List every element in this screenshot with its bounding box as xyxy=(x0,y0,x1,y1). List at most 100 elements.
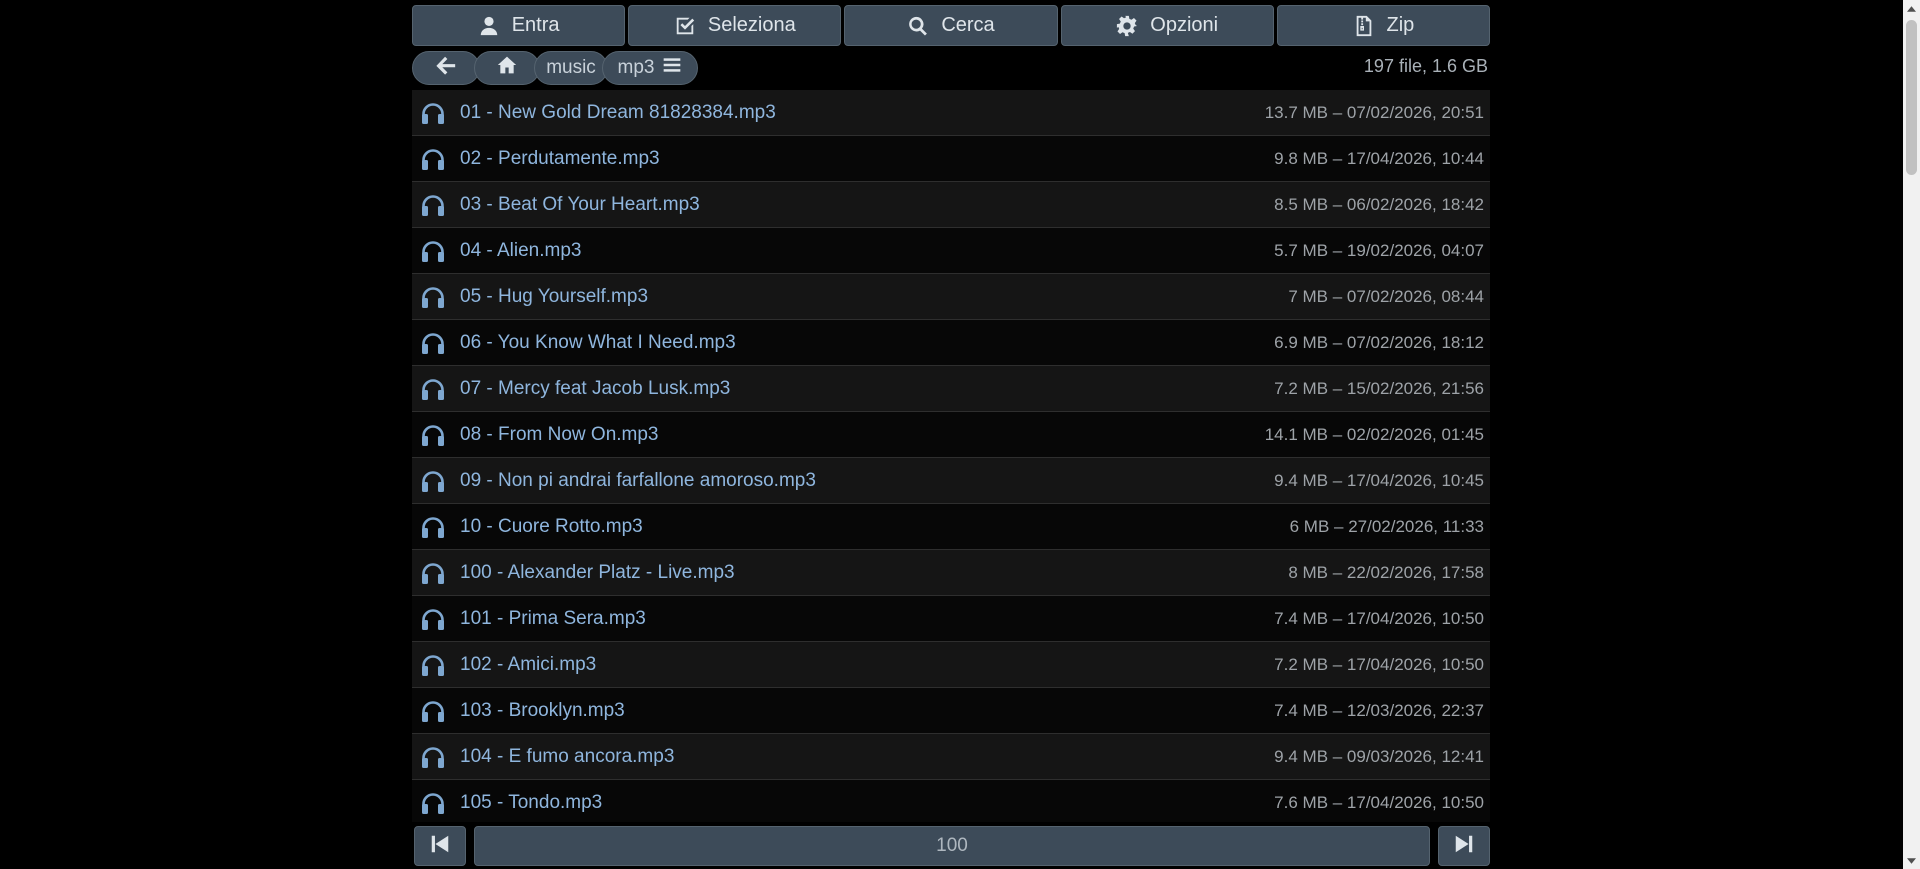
file-meta: 8 MB – 22/02/2026, 17:58 xyxy=(1288,562,1484,582)
file-meta: 6 MB – 27/02/2026, 11:33 xyxy=(1289,516,1484,536)
headphones-icon xyxy=(420,469,446,493)
file-meta: 7 MB – 07/02/2026, 08:44 xyxy=(1288,286,1484,306)
file-name-link[interactable]: 06 - You Know What I Need.mp3 xyxy=(460,332,1274,354)
file-name-link[interactable]: 09 - Non pi andrai farfallone amoroso.mp… xyxy=(460,470,1274,492)
breadcrumb-item-label: mp3 xyxy=(617,57,655,78)
file-row[interactable]: 07 - Mercy feat Jacob Lusk.mp3 7.2 MB – 1… xyxy=(412,366,1490,412)
file-name-link[interactable]: 10 - Cuore Rotto.mp3 xyxy=(460,516,1290,538)
file-row[interactable]: 05 - Hug Yourself.mp3 7 MB – 07/02/2026, … xyxy=(412,274,1490,320)
file-name-link[interactable]: 04 - Alien.mp3 xyxy=(460,240,1274,262)
scroll-up-arrow[interactable] xyxy=(1903,0,1920,17)
pager: 100 xyxy=(414,826,1490,866)
gear-icon xyxy=(1116,15,1138,37)
headphones-icon xyxy=(420,239,446,263)
file-meta: 7.6 MB – 17/04/2026, 10:50 xyxy=(1274,792,1484,812)
headphones-icon xyxy=(420,745,446,769)
file-name-link[interactable]: 104 - E fumo ancora.mp3 xyxy=(460,746,1274,768)
file-name-link[interactable]: 101 - Prima Sera.mp3 xyxy=(460,608,1274,630)
options-button-label: Opzioni xyxy=(1150,14,1219,36)
file-name-link[interactable]: 05 - Hug Yourself.mp3 xyxy=(460,286,1288,308)
menu-icon xyxy=(662,55,682,81)
file-list: 01 - New Gold Dream 81828384.mp3 13.7 MB … xyxy=(412,90,1490,822)
scrollbar-thumb[interactable] xyxy=(1906,20,1917,175)
file-name-link[interactable]: 02 - Perdutamente.mp3 xyxy=(460,148,1274,170)
skip-back-icon xyxy=(429,833,451,860)
headphones-icon xyxy=(420,423,446,447)
file-meta: 7.2 MB – 15/02/2026, 21:56 xyxy=(1274,378,1484,398)
toolbar: Entra Seleziona Cerca Opzioni Zip xyxy=(412,5,1491,46)
login-button-label: Entra xyxy=(511,14,560,36)
file-meta: 8.5 MB – 06/02/2026, 18:42 xyxy=(1274,194,1484,214)
breadcrumb-item-music[interactable]: music xyxy=(534,51,608,85)
file-row[interactable]: 01 - New Gold Dream 81828384.mp3 13.7 MB … xyxy=(412,90,1490,136)
file-row[interactable]: 104 - E fumo ancora.mp3 9.4 MB – 09/03/20… xyxy=(412,734,1490,780)
headphones-icon xyxy=(420,515,446,539)
file-meta: 7.4 MB – 17/04/2026, 10:50 xyxy=(1274,608,1484,628)
select-button-label: Seleziona xyxy=(707,14,796,36)
breadcrumb-item-label: music xyxy=(546,57,596,78)
file-meta: 9.8 MB – 17/04/2026, 10:44 xyxy=(1274,148,1484,168)
scrollbar[interactable] xyxy=(1903,0,1920,869)
scroll-down-arrow[interactable] xyxy=(1903,852,1920,869)
file-browser: Entra Seleziona Cerca Opzioni Zip music … xyxy=(412,0,1491,869)
headphones-icon xyxy=(420,147,446,171)
file-row[interactable]: 102 - Amici.mp3 7.2 MB – 17/04/2026, 10:5… xyxy=(412,642,1490,688)
file-meta: 6.9 MB – 07/02/2026, 18:12 xyxy=(1274,332,1484,352)
file-row[interactable]: 103 - Brooklyn.mp3 7.4 MB – 12/03/2026, 2… xyxy=(412,688,1490,734)
previous-page-button[interactable] xyxy=(414,826,466,866)
file-row[interactable]: 105 - Tondo.mp3 7.6 MB – 17/04/2026, 10:5… xyxy=(412,780,1490,822)
back-button[interactable] xyxy=(412,51,480,85)
headphones-icon xyxy=(420,331,446,355)
file-row[interactable]: 02 - Perdutamente.mp3 9.8 MB – 17/04/2026… xyxy=(412,136,1490,182)
file-name-link[interactable]: 03 - Beat Of Your Heart.mp3 xyxy=(460,194,1274,216)
file-row[interactable]: 09 - Non pi andrai farfallone amoroso.mp… xyxy=(412,458,1490,504)
home-button[interactable] xyxy=(474,51,540,85)
headphones-icon xyxy=(420,561,446,585)
file-row[interactable]: 08 - From Now On.mp3 14.1 MB – 02/02/2026… xyxy=(412,412,1490,458)
headphones-icon xyxy=(420,653,446,677)
file-meta: 7.4 MB – 12/03/2026, 22:37 xyxy=(1274,700,1484,720)
search-button-label: Cerca xyxy=(941,14,995,36)
headphones-icon xyxy=(420,607,446,631)
search-icon xyxy=(907,15,929,37)
file-name-link[interactable]: 08 - From Now On.mp3 xyxy=(460,424,1265,446)
checkbox-icon xyxy=(674,15,696,37)
file-name-link[interactable]: 105 - Tondo.mp3 xyxy=(460,792,1274,814)
headphones-icon xyxy=(420,101,446,125)
select-button[interactable]: Seleziona xyxy=(628,5,842,46)
folder-summary: 197 file, 1.6 GB xyxy=(1363,56,1488,76)
file-name-link[interactable]: 07 - Mercy feat Jacob Lusk.mp3 xyxy=(460,378,1274,400)
search-button[interactable]: Cerca xyxy=(844,5,1058,46)
zip-file-icon xyxy=(1353,15,1375,37)
zip-button-label: Zip xyxy=(1386,14,1415,36)
file-name-link[interactable]: 01 - New Gold Dream 81828384.mp3 xyxy=(460,102,1265,124)
arrow-left-icon xyxy=(435,54,457,82)
user-icon xyxy=(478,15,500,37)
file-meta: 13.7 MB – 07/02/2026, 20:51 xyxy=(1264,102,1484,122)
page-indicator[interactable]: 100 xyxy=(474,826,1430,866)
breadcrumb-item-mp3[interactable]: mp3 xyxy=(602,51,698,85)
skip-forward-icon xyxy=(1453,833,1475,860)
file-meta: 7.2 MB – 17/04/2026, 10:50 xyxy=(1274,654,1484,674)
file-meta: 5.7 MB – 19/02/2026, 04:07 xyxy=(1274,240,1484,260)
file-meta: 9.4 MB – 17/04/2026, 10:45 xyxy=(1274,470,1484,490)
file-row[interactable]: 10 - Cuore Rotto.mp3 6 MB – 27/02/2026, 1… xyxy=(412,504,1490,550)
file-meta: 14.1 MB – 02/02/2026, 01:45 xyxy=(1264,424,1484,444)
file-row[interactable]: 04 - Alien.mp3 5.7 MB – 19/02/2026, 04:07 xyxy=(412,228,1490,274)
headphones-icon xyxy=(420,791,446,815)
file-row[interactable]: 03 - Beat Of Your Heart.mp3 8.5 MB – 06/0… xyxy=(412,182,1490,228)
file-name-link[interactable]: 100 - Alexander Platz - Live.mp3 xyxy=(460,562,1288,584)
file-row[interactable]: 101 - Prima Sera.mp3 7.4 MB – 17/04/2026,… xyxy=(412,596,1490,642)
file-meta: 9.4 MB – 09/03/2026, 12:41 xyxy=(1274,746,1484,766)
next-page-button[interactable] xyxy=(1438,826,1490,866)
file-name-link[interactable]: 103 - Brooklyn.mp3 xyxy=(460,700,1274,722)
login-button[interactable]: Entra xyxy=(412,5,626,46)
file-name-link[interactable]: 102 - Amici.mp3 xyxy=(460,654,1274,676)
file-row[interactable]: 100 - Alexander Platz - Live.mp3 8 MB – 2… xyxy=(412,550,1490,596)
headphones-icon xyxy=(420,285,446,309)
options-button[interactable]: Opzioni xyxy=(1060,5,1274,46)
breadcrumb: music mp3 xyxy=(412,50,698,86)
zip-button[interactable]: Zip xyxy=(1276,5,1491,46)
headphones-icon xyxy=(420,193,446,217)
file-row[interactable]: 06 - You Know What I Need.mp3 6.9 MB – 07… xyxy=(412,320,1490,366)
